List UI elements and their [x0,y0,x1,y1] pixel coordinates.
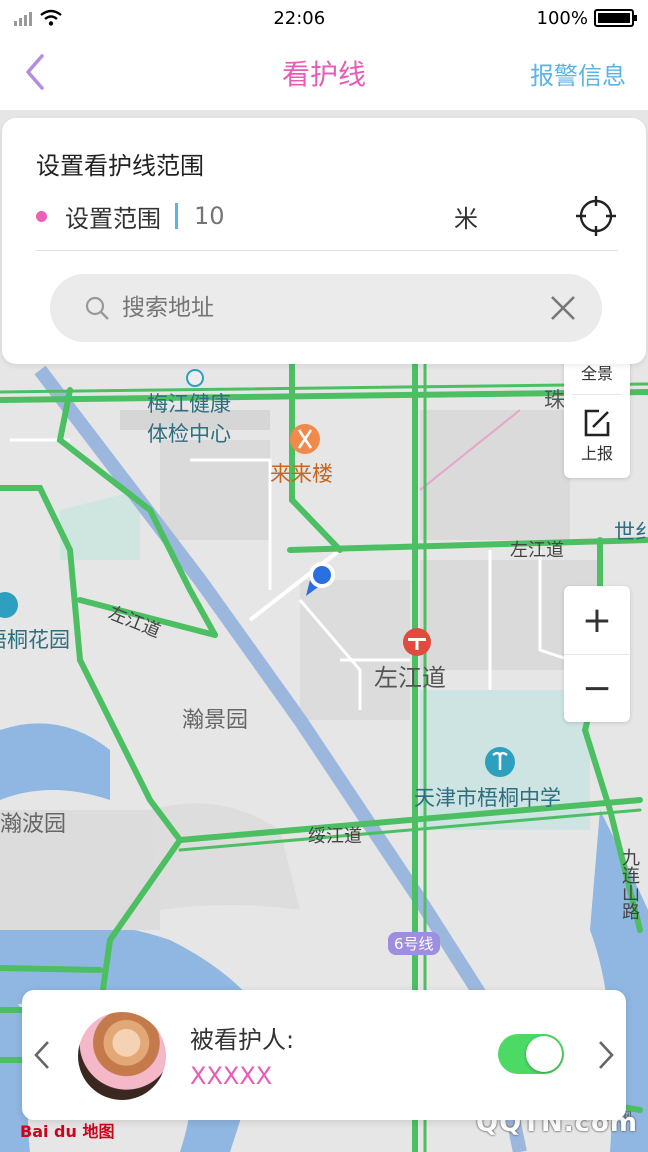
poi-partial-zhu: 珠 [544,388,565,412]
page-title: 看护线 [281,58,366,91]
zoom-out-button[interactable]: − [564,654,630,722]
report-button[interactable]: 上报 [564,406,630,472]
unit-label: 米 [454,204,478,233]
divider [572,394,622,395]
range-label: 设置范围 [65,204,161,233]
battery-icon [594,9,637,27]
back-chevron-icon[interactable] [18,52,58,92]
wifi-icon [40,9,62,26]
poi-restaurant[interactable]: 来来楼 [270,458,333,488]
search-input[interactable] [122,295,548,321]
map-tools-panel: 全景 上报 [564,346,630,478]
battery-percent: 100% [536,7,588,29]
guard-toggle[interactable] [498,1034,564,1074]
road-label-jiulianshan: 九连山路 [619,848,640,920]
toggle-knob [526,1036,562,1072]
metro-line-badge: 6号线 [388,932,440,955]
poi-meijiang-line2[interactable]: 体检中心 [147,418,231,448]
locate-crosshair-icon[interactable] [574,194,618,238]
panel-title: 设置看护线范围 [36,152,204,180]
range-input[interactable] [194,202,314,230]
range-row: 设置范围 米 [36,196,618,236]
alarm-info-link[interactable]: 报警信息 [530,56,626,91]
chevron-right-icon[interactable] [594,1038,618,1072]
guardian-name: XXXXX [190,1062,273,1090]
status-left [14,9,62,27]
report-label: 上报 [580,444,613,463]
area-label-hanjingyuan: 瀚景园 [182,708,249,733]
signal-icon [14,10,32,26]
status-bar: 22:06 100% [0,0,648,36]
status-time: 22:06 [273,7,326,29]
poi-wutong-garden[interactable]: 梧桐花园 [0,624,70,654]
text-cursor [175,203,178,229]
road-label-suijiang: 绥江道 [308,826,362,847]
search-icon [85,296,109,320]
area-label-hanboyuan: 瀚波园 [0,812,67,837]
road-label-zuojiang: 左江道 [510,540,564,561]
zoom-controls: + − [564,586,630,722]
baidu-map-logo: Bai du 地图 [20,1122,115,1141]
address-search-bar [50,274,602,342]
edit-icon [584,409,610,437]
poi-meijiang-line1[interactable]: 梅江健康 [147,388,231,418]
station-label-zuojiang[interactable]: 左江道 [374,658,446,693]
poi-partial-right: 世纟 [614,520,648,544]
guardian-label: 被看护人: [190,1026,295,1054]
guardian-card: 被看护人: XXXXX [22,990,626,1120]
chevron-left-icon[interactable] [30,1038,54,1072]
avatar [78,1012,166,1100]
range-settings-panel: 设置看护线范围 设置范围 米 [2,118,646,364]
zoom-in-button[interactable]: + [564,586,630,654]
divider [36,250,618,251]
nav-bar: 看护线 报警信息 [0,36,648,110]
bullet-dot [36,210,47,222]
close-icon[interactable] [548,293,578,323]
poi-school[interactable]: 天津市梧桐中学 [414,782,561,812]
status-right: 100% [536,7,637,29]
